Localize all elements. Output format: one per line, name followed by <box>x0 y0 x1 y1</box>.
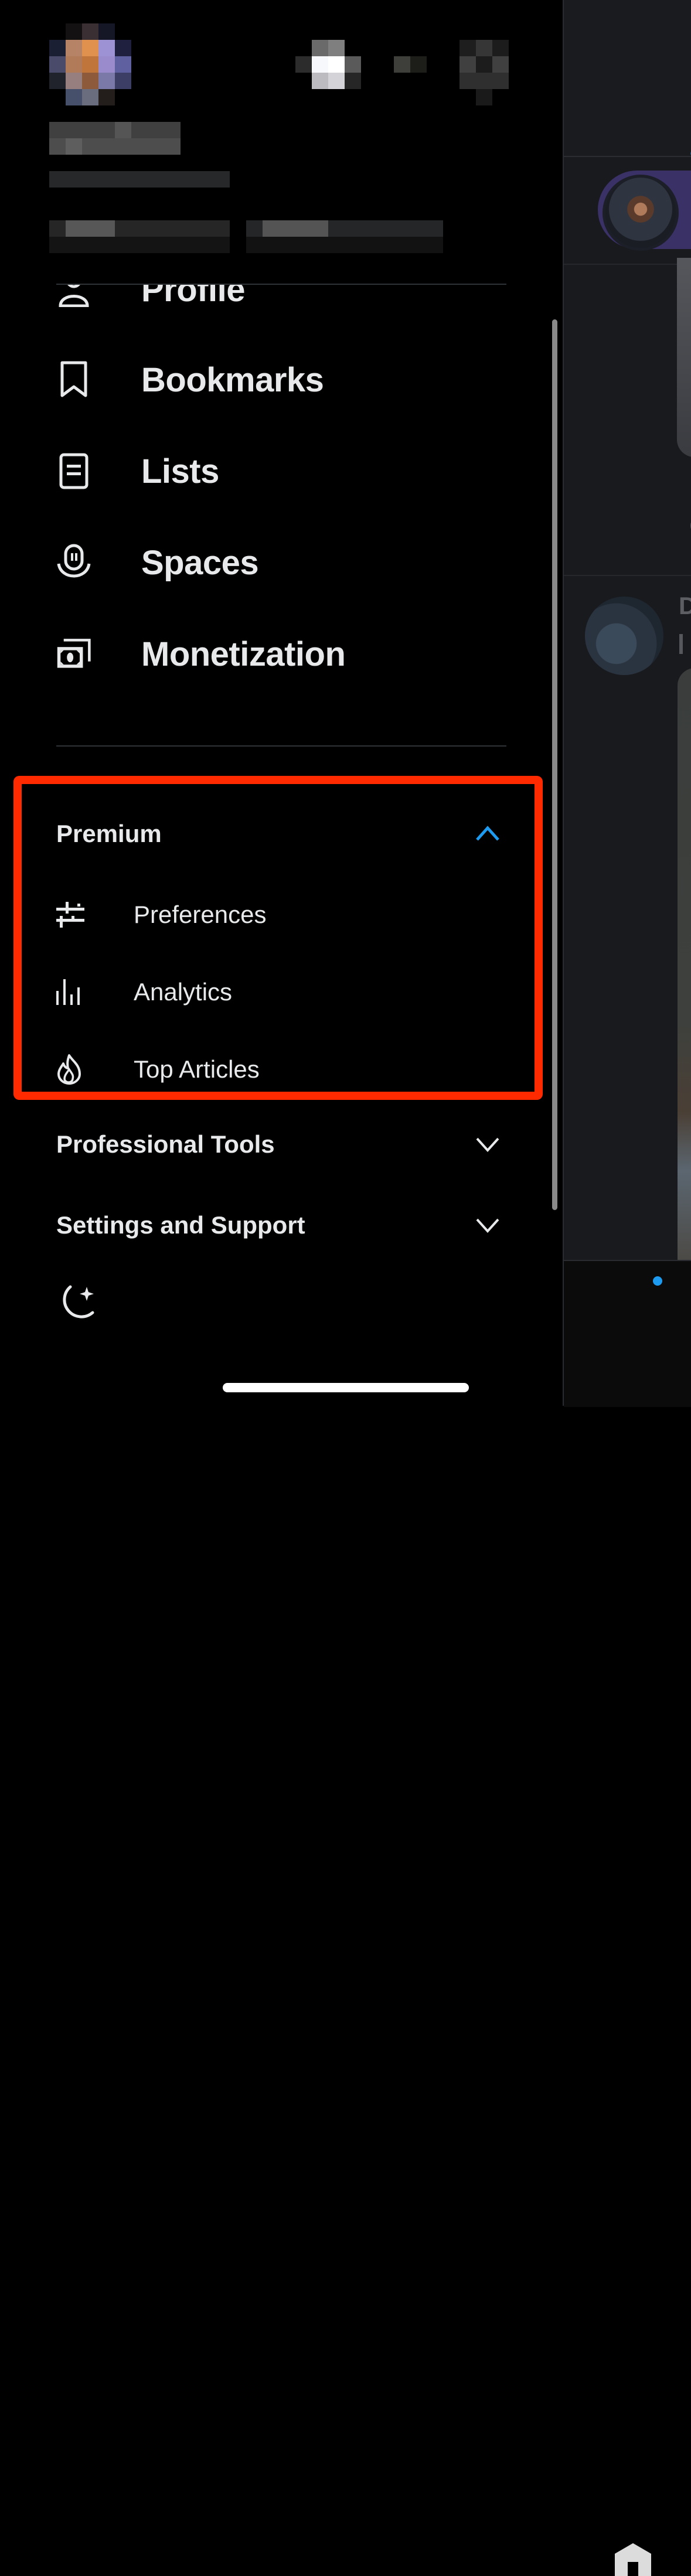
bookmark-icon <box>56 361 91 397</box>
sub-item-label: Preferences <box>134 901 267 928</box>
list-icon <box>56 453 91 489</box>
flame-icon <box>56 1052 91 1087</box>
bottom-tab-bar <box>564 1260 691 2576</box>
post-media[interactable] <box>677 258 691 457</box>
nav-item-label: Profile <box>141 284 246 309</box>
nav-item-label: Monetization <box>141 635 346 673</box>
chevron-down-icon[interactable] <box>474 1212 502 1238</box>
section-label: Professional Tools <box>56 1130 275 1158</box>
money-icon <box>56 636 91 672</box>
nav-item-monetization[interactable]: Monetization <box>56 625 346 683</box>
sub-item-label: Analytics <box>134 978 233 1006</box>
post-author-name[interactable]: D <box>679 592 691 620</box>
feed-divider <box>564 575 691 576</box>
header-divider <box>56 284 506 285</box>
section-settings-and-support[interactable]: Settings and Support <box>56 1202 506 1249</box>
post-author-avatar[interactable] <box>585 597 663 675</box>
nav-item-profile[interactable]: Profile <box>56 284 246 319</box>
home-icon[interactable] <box>615 2543 651 2576</box>
nav-item-lists[interactable]: Lists <box>56 442 219 500</box>
drawer-scrollbar[interactable] <box>552 319 557 1210</box>
space-host-avatar[interactable] <box>603 175 679 251</box>
person-icon <box>56 284 91 307</box>
side-drawer: Profile Bookmarks Lists Spaces Monetizat <box>0 0 563 1406</box>
feed-header: F <box>564 0 691 157</box>
nav-item-label: Bookmarks <box>141 360 324 399</box>
section-label: Settings and Support <box>56 1211 305 1239</box>
nav-item-label: Lists <box>141 452 219 490</box>
spaces-microphone-icon <box>56 544 91 580</box>
background-feed: F Fl D <box>563 0 691 2576</box>
sub-item-preferences[interactable]: Preferences <box>56 891 266 938</box>
sub-item-label: Top Articles <box>134 1055 260 1083</box>
section-premium[interactable]: Premium <box>56 810 506 857</box>
nav-item-spaces[interactable]: Spaces <box>56 533 259 592</box>
post-author-handle <box>679 634 683 654</box>
section-divider <box>56 745 506 747</box>
sliders-icon <box>56 897 91 932</box>
section-label: Premium <box>56 820 162 847</box>
post-media[interactable] <box>678 668 691 1260</box>
account-header <box>0 0 563 284</box>
feed-divider <box>564 264 691 265</box>
sub-item-top-articles[interactable]: Top Articles <box>56 1046 260 1093</box>
nav-item-label: Spaces <box>141 543 259 582</box>
chevron-up-icon[interactable] <box>474 821 502 847</box>
notification-dot <box>653 1276 662 1286</box>
section-professional-tools[interactable]: Professional Tools <box>56 1121 506 1168</box>
chevron-down-icon[interactable] <box>474 1132 502 1157</box>
home-indicator-bar[interactable] <box>223 1383 469 1392</box>
moon-stars-icon[interactable] <box>56 1282 97 1323</box>
nav-item-bookmarks[interactable]: Bookmarks <box>56 350 324 409</box>
sub-item-analytics[interactable]: Analytics <box>56 969 232 1016</box>
bar-chart-icon <box>56 974 91 1010</box>
drawer-scroll-area[interactable]: Profile Bookmarks Lists Spaces Monetizat <box>0 284 563 1274</box>
